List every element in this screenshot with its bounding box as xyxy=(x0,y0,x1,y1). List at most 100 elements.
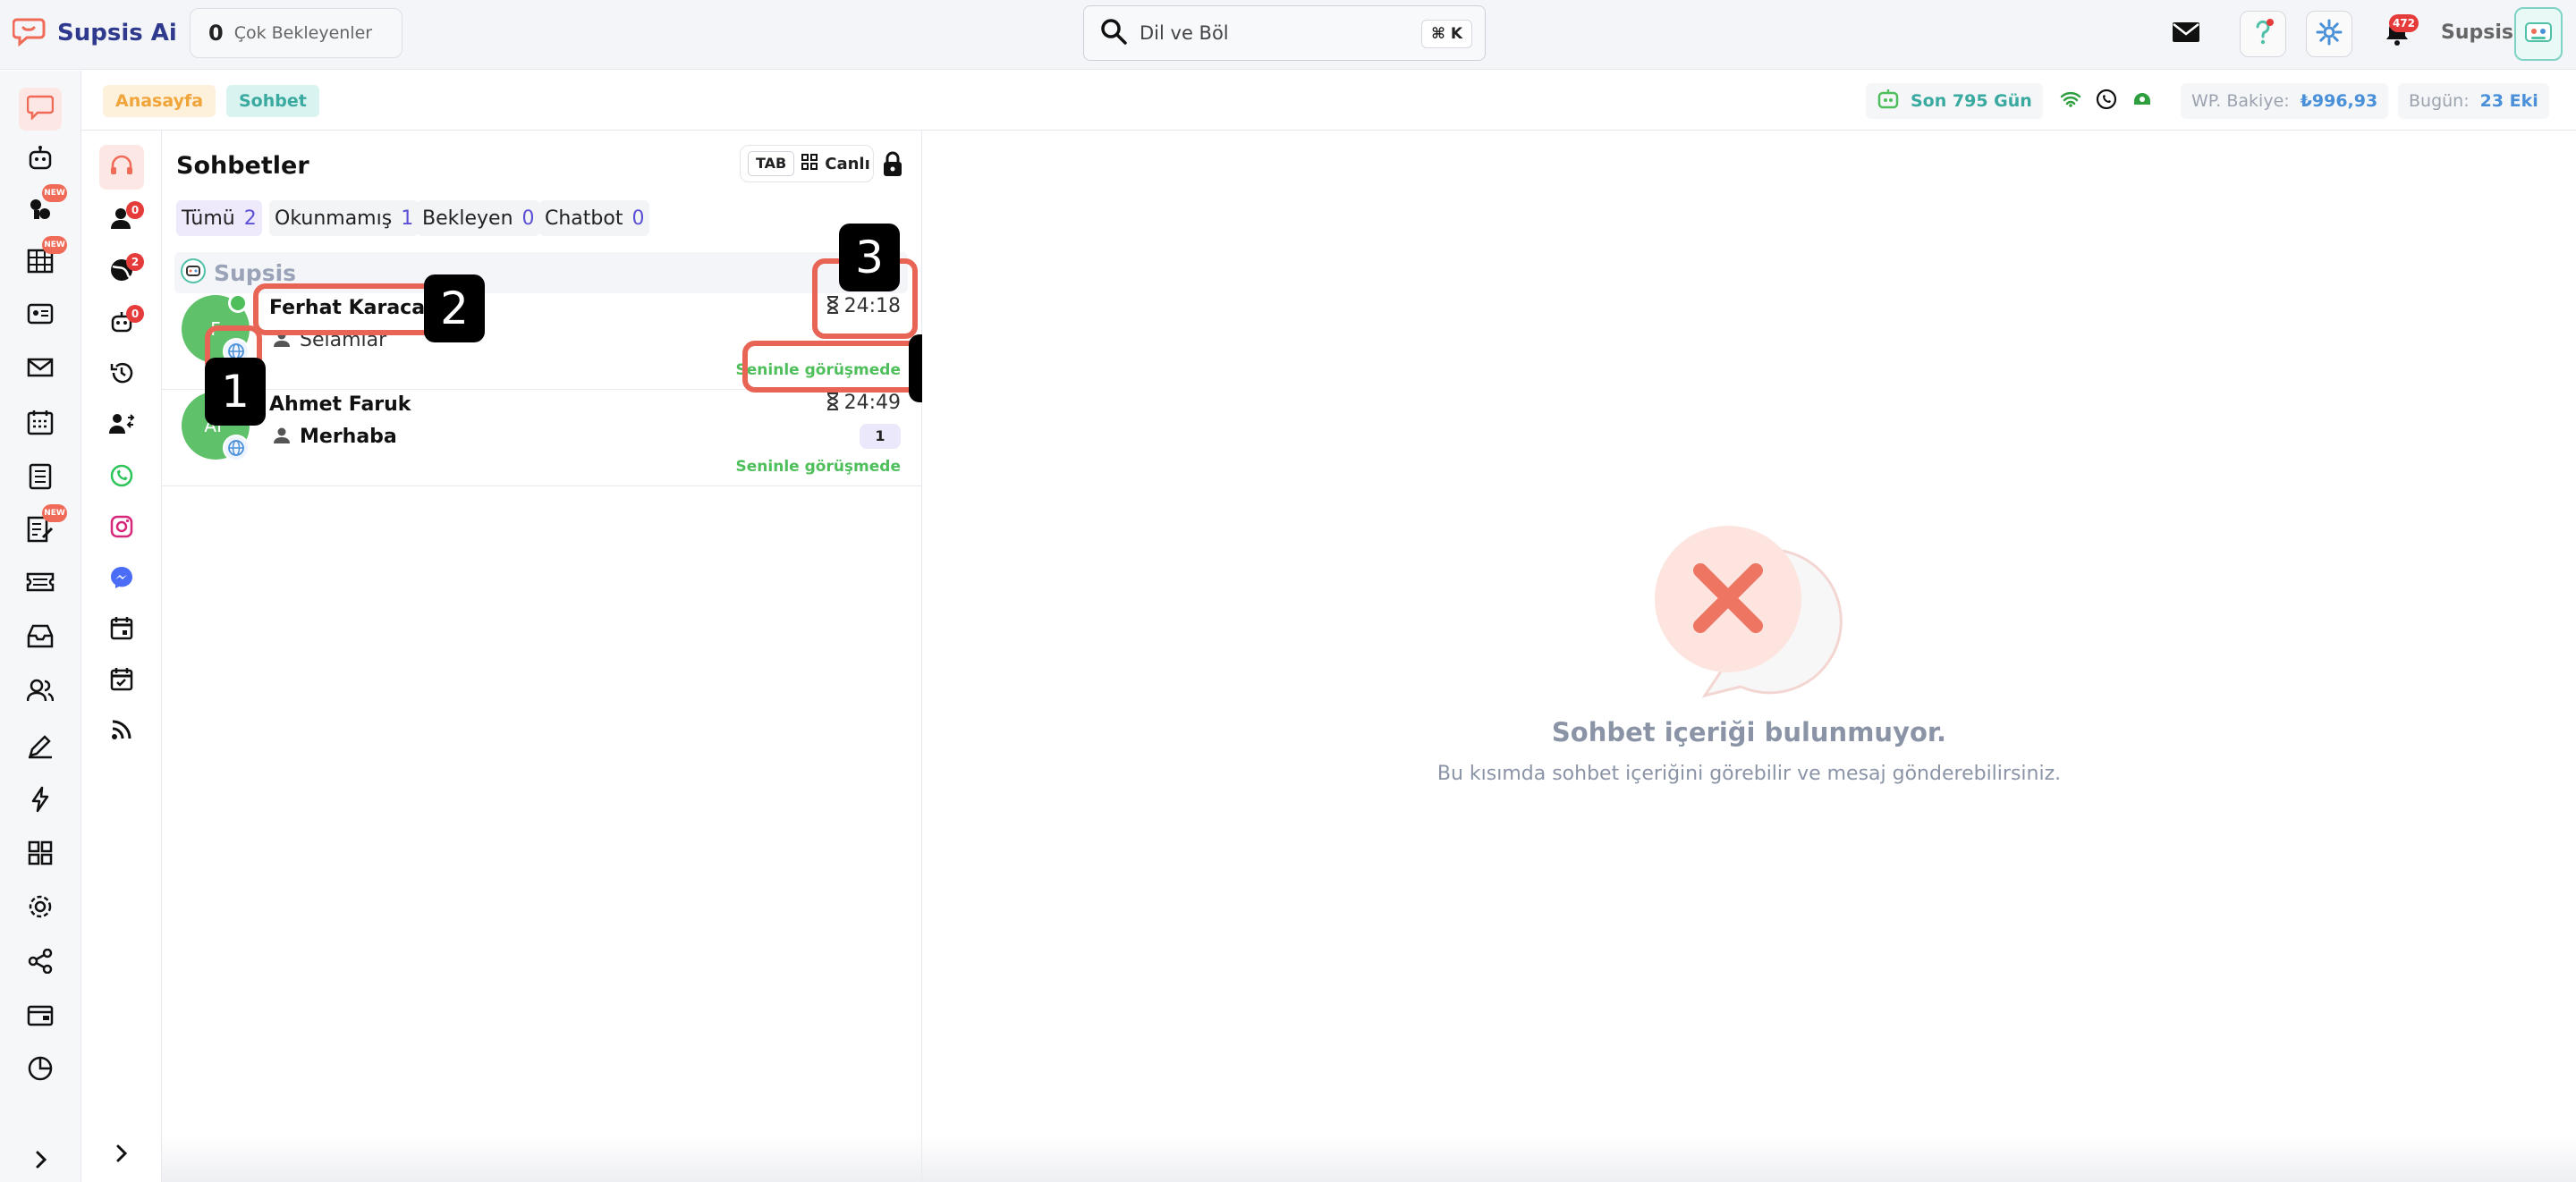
filter-unread[interactable]: Okunmamış 1 xyxy=(269,200,419,236)
sidebar-item-tickets[interactable] xyxy=(19,562,62,605)
search-input[interactable] xyxy=(1140,22,1408,44)
filter-count: 0 xyxy=(521,207,535,230)
help-icon xyxy=(2250,18,2275,50)
sidebar-item-calendar[interactable] xyxy=(19,402,62,445)
messenger-icon xyxy=(109,565,134,594)
filter-chatbot[interactable]: Chatbot 0 xyxy=(539,200,650,236)
tab-key[interactable]: TAB xyxy=(748,151,795,176)
sidebar-expand-button[interactable] xyxy=(23,1144,59,1179)
channel-instagram[interactable] xyxy=(99,506,144,551)
sidebar-item-mail[interactable] xyxy=(19,348,62,391)
lock-icon[interactable] xyxy=(882,150,903,181)
channel-users[interactable]: 0 xyxy=(99,198,144,242)
sidebar-item-notes[interactable]: NEW xyxy=(19,504,67,553)
envelope-icon xyxy=(27,358,54,381)
live-label[interactable]: Canlı xyxy=(825,155,870,173)
settings-button[interactable] xyxy=(2306,11,2352,57)
group-name: Supsis xyxy=(214,259,297,286)
mail-icon xyxy=(2172,21,2200,46)
sidebar-item-integrations[interactable]: NEW xyxy=(19,184,67,232)
last-message-preview: Merhaba xyxy=(273,426,397,448)
bottom-shade xyxy=(162,1136,2576,1182)
bot-count-badge: 0 xyxy=(126,305,144,323)
channel-all[interactable] xyxy=(99,145,144,190)
sidebar-item-tables[interactable]: NEW xyxy=(19,236,67,284)
global-search[interactable]: ⌘ K xyxy=(1083,5,1486,61)
calendar-icon xyxy=(110,615,133,644)
user-avatar[interactable] xyxy=(2514,7,2563,61)
id-card-icon xyxy=(27,303,54,328)
channel-rss[interactable] xyxy=(99,709,144,754)
sidebar-item-reports[interactable] xyxy=(19,1049,62,1092)
connection-indicators xyxy=(2049,83,2164,119)
inbox-icon xyxy=(27,623,54,652)
sidebar-item-settings[interactable] xyxy=(19,887,62,930)
today-value: 23 Eki xyxy=(2479,91,2538,111)
filter-label: Tümü xyxy=(182,207,235,230)
agent-status-icon xyxy=(2131,89,2153,114)
sidebar-item-users[interactable] xyxy=(19,671,62,713)
robot-icon xyxy=(26,145,55,175)
mail-button[interactable] xyxy=(2163,11,2209,57)
channel-bot[interactable]: 0 xyxy=(99,301,144,346)
channel-whatsapp[interactable] xyxy=(99,455,144,500)
filter-count: 2 xyxy=(243,207,257,230)
users-count-badge: 0 xyxy=(126,201,144,219)
chat-row[interactable]: AF Ahmet Faruk Merhaba 24:49 1 Seninle g… xyxy=(162,390,922,486)
sidebar-item-share[interactable] xyxy=(19,941,62,984)
today-label: Bugün: xyxy=(2409,91,2470,111)
wp-balance-value: ₺996,93 xyxy=(2300,91,2378,111)
channel-transfer[interactable] xyxy=(99,403,144,448)
sidebar-item-editor[interactable] xyxy=(19,726,62,769)
notifications-button[interactable]: 472 xyxy=(2374,11,2420,57)
unread-count-badge: 1 xyxy=(860,424,901,449)
search-icon xyxy=(1100,18,1127,48)
top-bar: Supsis Ai 0 Çok Bekleyenler ⌘ K 472 Sups… xyxy=(0,0,2576,70)
sidebar-item-contacts-card[interactable] xyxy=(19,294,62,337)
annotation-highlight-2 xyxy=(253,283,437,335)
sidebar-item-bot[interactable] xyxy=(19,139,62,182)
new-badge: NEW xyxy=(42,504,67,522)
view-mode-toggle[interactable]: TAB Canlı xyxy=(740,145,874,182)
chevron-right-icon xyxy=(34,1150,48,1173)
timer-value: 24:49 xyxy=(843,392,901,414)
sidebar-item-inbox[interactable] xyxy=(19,616,62,659)
sidebar2-expand-button[interactable] xyxy=(99,1137,144,1173)
sidebar-item-apps[interactable] xyxy=(19,833,62,876)
wifi-icon xyxy=(2060,91,2081,111)
pen-icon xyxy=(27,732,54,763)
channel-calendar[interactable] xyxy=(99,607,144,652)
user-name[interactable]: Supsis xyxy=(2441,21,2513,44)
channel-groups[interactable]: 2 xyxy=(99,249,144,294)
sidebar-item-chat[interactable] xyxy=(19,88,62,131)
last-message-text: Merhaba xyxy=(300,426,397,448)
share-icon xyxy=(28,948,53,977)
help-button[interactable] xyxy=(2240,11,2286,57)
chat-status: Seninle görüşmede xyxy=(735,458,901,476)
breadcrumb-current[interactable]: Sohbet xyxy=(226,85,319,117)
chat-bubble-logo-icon xyxy=(12,16,50,50)
sidebar-item-billing[interactable] xyxy=(19,995,62,1038)
filter-all[interactable]: Tümü 2 xyxy=(176,200,262,236)
annotation-number-1: 1 xyxy=(205,358,266,426)
breadcrumb-home[interactable]: Anasayfa xyxy=(103,85,216,117)
whatsapp-icon xyxy=(109,463,134,492)
sidebar-item-automation[interactable] xyxy=(19,780,62,823)
waiting-count: 0 xyxy=(208,21,224,46)
hourglass-icon xyxy=(826,392,839,414)
waiting-timer: 24:49 xyxy=(826,392,901,414)
channel-messenger[interactable] xyxy=(99,557,144,602)
app-logo[interactable]: Supsis Ai xyxy=(12,16,177,50)
plan-status[interactable]: Son 795 Gün xyxy=(1866,83,2043,119)
filter-label: Bekleyen xyxy=(422,207,513,230)
channel-history[interactable] xyxy=(99,352,144,397)
long-waiting-counter[interactable]: 0 Çok Bekleyenler xyxy=(190,8,402,58)
sidebar-item-forms[interactable] xyxy=(19,457,62,500)
headset-icon xyxy=(109,154,134,181)
history-icon xyxy=(109,360,134,389)
filter-waiting[interactable]: Bekleyen 0 xyxy=(417,200,540,236)
channel-tasks[interactable] xyxy=(99,658,144,703)
filter-count: 1 xyxy=(401,207,414,230)
app-name: Supsis Ai xyxy=(57,20,177,46)
contact-name: Ahmet Faruk xyxy=(269,393,411,416)
